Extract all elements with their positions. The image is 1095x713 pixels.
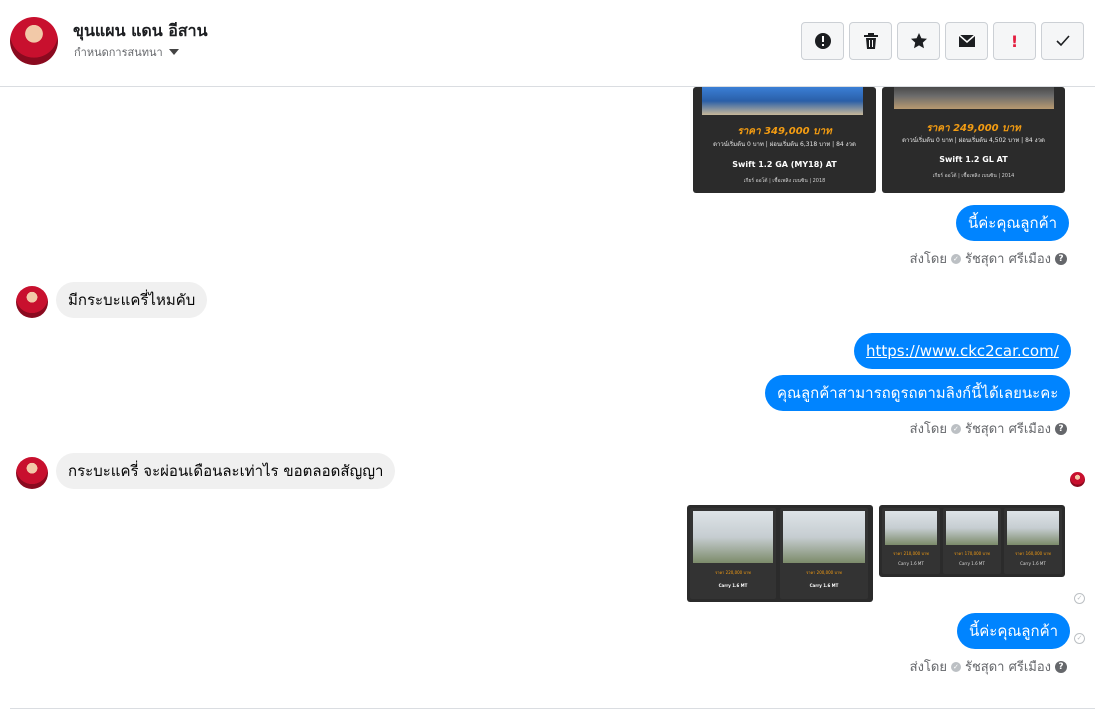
conversation-settings-label: กำหนดการสนทนา [74, 46, 163, 59]
help-icon[interactable]: ? [1055, 660, 1067, 673]
carry-model: Carry 1.6 MT [898, 561, 924, 566]
done-button[interactable] [1041, 22, 1084, 60]
carry-model: Carry 1.6 MT [959, 561, 985, 566]
check-icon [1055, 35, 1070, 47]
carry-listing: ราคา 170,000 บาท Carry 1.6 MT [943, 508, 1001, 574]
message-link[interactable]: https://www.ckc2car.com/ [866, 342, 1059, 360]
contact-avatar[interactable] [10, 17, 58, 65]
help-icon[interactable]: ? [1055, 422, 1067, 435]
car-specs: เกียร์ ออโต้ | เชื้อเพลิง เบนซิน | 2018 [743, 178, 826, 184]
alert-circle-icon [814, 33, 831, 49]
car-price: ราคา 249,000 บาท [926, 123, 1021, 134]
verified-icon: ✓ [950, 253, 961, 264]
car-price: ราคา 349,000 บาท [737, 126, 832, 137]
car-model: Swift 1.2 GA (MY18) AT [732, 160, 837, 169]
carry-listing: ราคา 200,000 บาท Carry 1.6 MT [780, 508, 868, 599]
report-button[interactable] [801, 22, 844, 60]
car-terms: ดาวน์เริ่มต้น 0 บาท | ผ่อนเริ่มต้น 4,502… [902, 137, 1045, 144]
delete-button[interactable] [849, 22, 892, 60]
carry-price: ราคา 200,000 บาท [806, 570, 842, 575]
carry-photo [885, 511, 937, 545]
carry-card-image[interactable]: ราคา 210,000 บาท Carry 1.6 MT ราคา 170,0… [879, 505, 1065, 577]
exclamation-button[interactable]: ! [993, 22, 1036, 60]
sent-by-prefix: ส่งโดย [909, 422, 947, 437]
sent-by-name: รัชสุดา ศรีเมือง [964, 252, 1051, 267]
sent-by-label: ส่งโดย ✓ รัชสุดา ศรีเมือง ? [910, 418, 1067, 439]
mail-button[interactable] [945, 22, 988, 60]
sender-avatar[interactable] [16, 457, 48, 489]
carry-model: Carry 1.6 MT [1020, 561, 1046, 566]
exclamation-icon: ! [1010, 31, 1019, 51]
carry-model: Carry 1.6 MT [809, 583, 839, 588]
sent-by-label: ส่งโดย ✓ รัชสุดา ศรีเมือง ? [910, 656, 1067, 677]
carry-price: ราคา 210,000 บาท [893, 551, 929, 556]
star-icon [910, 33, 927, 49]
sent-by-name: รัชสุดา ศรีเมือง [964, 422, 1051, 437]
outgoing-message[interactable]: นี้ค่ะคุณลูกค้า [957, 613, 1071, 649]
carry-listing: ราคา 210,000 บาท Carry 1.6 MT [882, 508, 940, 574]
carry-listing: ราคา 220,000 บาท Carry 1.6 MT [690, 508, 776, 599]
verified-icon: ✓ [950, 661, 961, 672]
incoming-message[interactable]: กระบะแครี่ จะผ่อนเดือนละเท่าไร ขอตลอดสัญ… [56, 453, 396, 489]
mail-icon [958, 34, 975, 47]
delivered-check-icon: ✓ [1074, 633, 1085, 644]
car-model: Swift 1.2 GL AT [939, 155, 1008, 164]
outgoing-link-message[interactable]: https://www.ckc2car.com/ [854, 333, 1071, 369]
conversation-header: ขุนแผน แดน อีสาน กำหนดการสนทนา ! [0, 0, 1095, 87]
carry-price: ราคา 160,000 บาท [1015, 551, 1051, 556]
carry-listing: ราคา 160,000 บาท Carry 1.6 MT [1004, 508, 1062, 574]
outgoing-message[interactable]: คุณลูกค้าสามารถดูรถตามลิงก์นี้ได้เลยนะคะ [765, 375, 1071, 411]
sent-by-label: ส่งโดย ✓ รัชสุดา ศรีเมือง ? [910, 248, 1067, 269]
seen-avatar [1070, 472, 1085, 487]
caret-down-icon [168, 49, 179, 55]
car-card-image[interactable]: ราคา 349,000 บาท ดาวน์เริ่มต้น 0 บาท | ผ… [693, 87, 876, 193]
sent-by-prefix: ส่งโดย [909, 660, 947, 675]
help-icon[interactable]: ? [1055, 252, 1067, 265]
star-button[interactable] [897, 22, 940, 60]
conversation-settings-dropdown[interactable]: กำหนดการสนทนา [74, 43, 179, 61]
car-terms: ดาวน์เริ่มต้น 0 บาท | ผ่อนเริ่มต้น 6,318… [713, 141, 856, 148]
car-specs: เกียร์ ออโต้ | เชื้อเพลิง เบนซิน | 2014 [932, 173, 1015, 179]
carry-photo [693, 511, 773, 563]
carry-photo [946, 511, 998, 545]
incoming-message[interactable]: มีกระบะแครี่ไหมคับ [56, 282, 208, 318]
carry-card-image[interactable]: ราคา 220,000 บาท Carry 1.6 MT ราคา 200,0… [687, 505, 873, 602]
carry-photo [1007, 511, 1059, 545]
sent-by-prefix: ส่งโดย [909, 252, 947, 267]
carry-price: ราคา 170,000 บาท [954, 551, 990, 556]
sent-by-name: รัชสุดา ศรีเมือง [964, 660, 1051, 675]
delivered-check-icon: ✓ [1074, 593, 1085, 604]
carry-photo [783, 511, 865, 563]
carry-price: ราคา 220,000 บาท [715, 570, 751, 575]
sender-avatar[interactable] [16, 286, 48, 318]
car-photo [702, 87, 863, 115]
car-card-image[interactable]: ราคา 249,000 บาท ดาวน์เริ่มต้น 0 บาท | ผ… [882, 87, 1065, 193]
composer-divider [10, 708, 1095, 709]
verified-icon: ✓ [950, 423, 961, 434]
trash-icon [863, 33, 878, 49]
contact-name[interactable]: ขุนแผน แดน อีสาน [73, 19, 208, 44]
outgoing-message[interactable]: นี้ค่ะคุณลูกค้า [956, 205, 1070, 241]
car-photo [894, 87, 1054, 109]
carry-model: Carry 1.6 MT [718, 583, 748, 588]
